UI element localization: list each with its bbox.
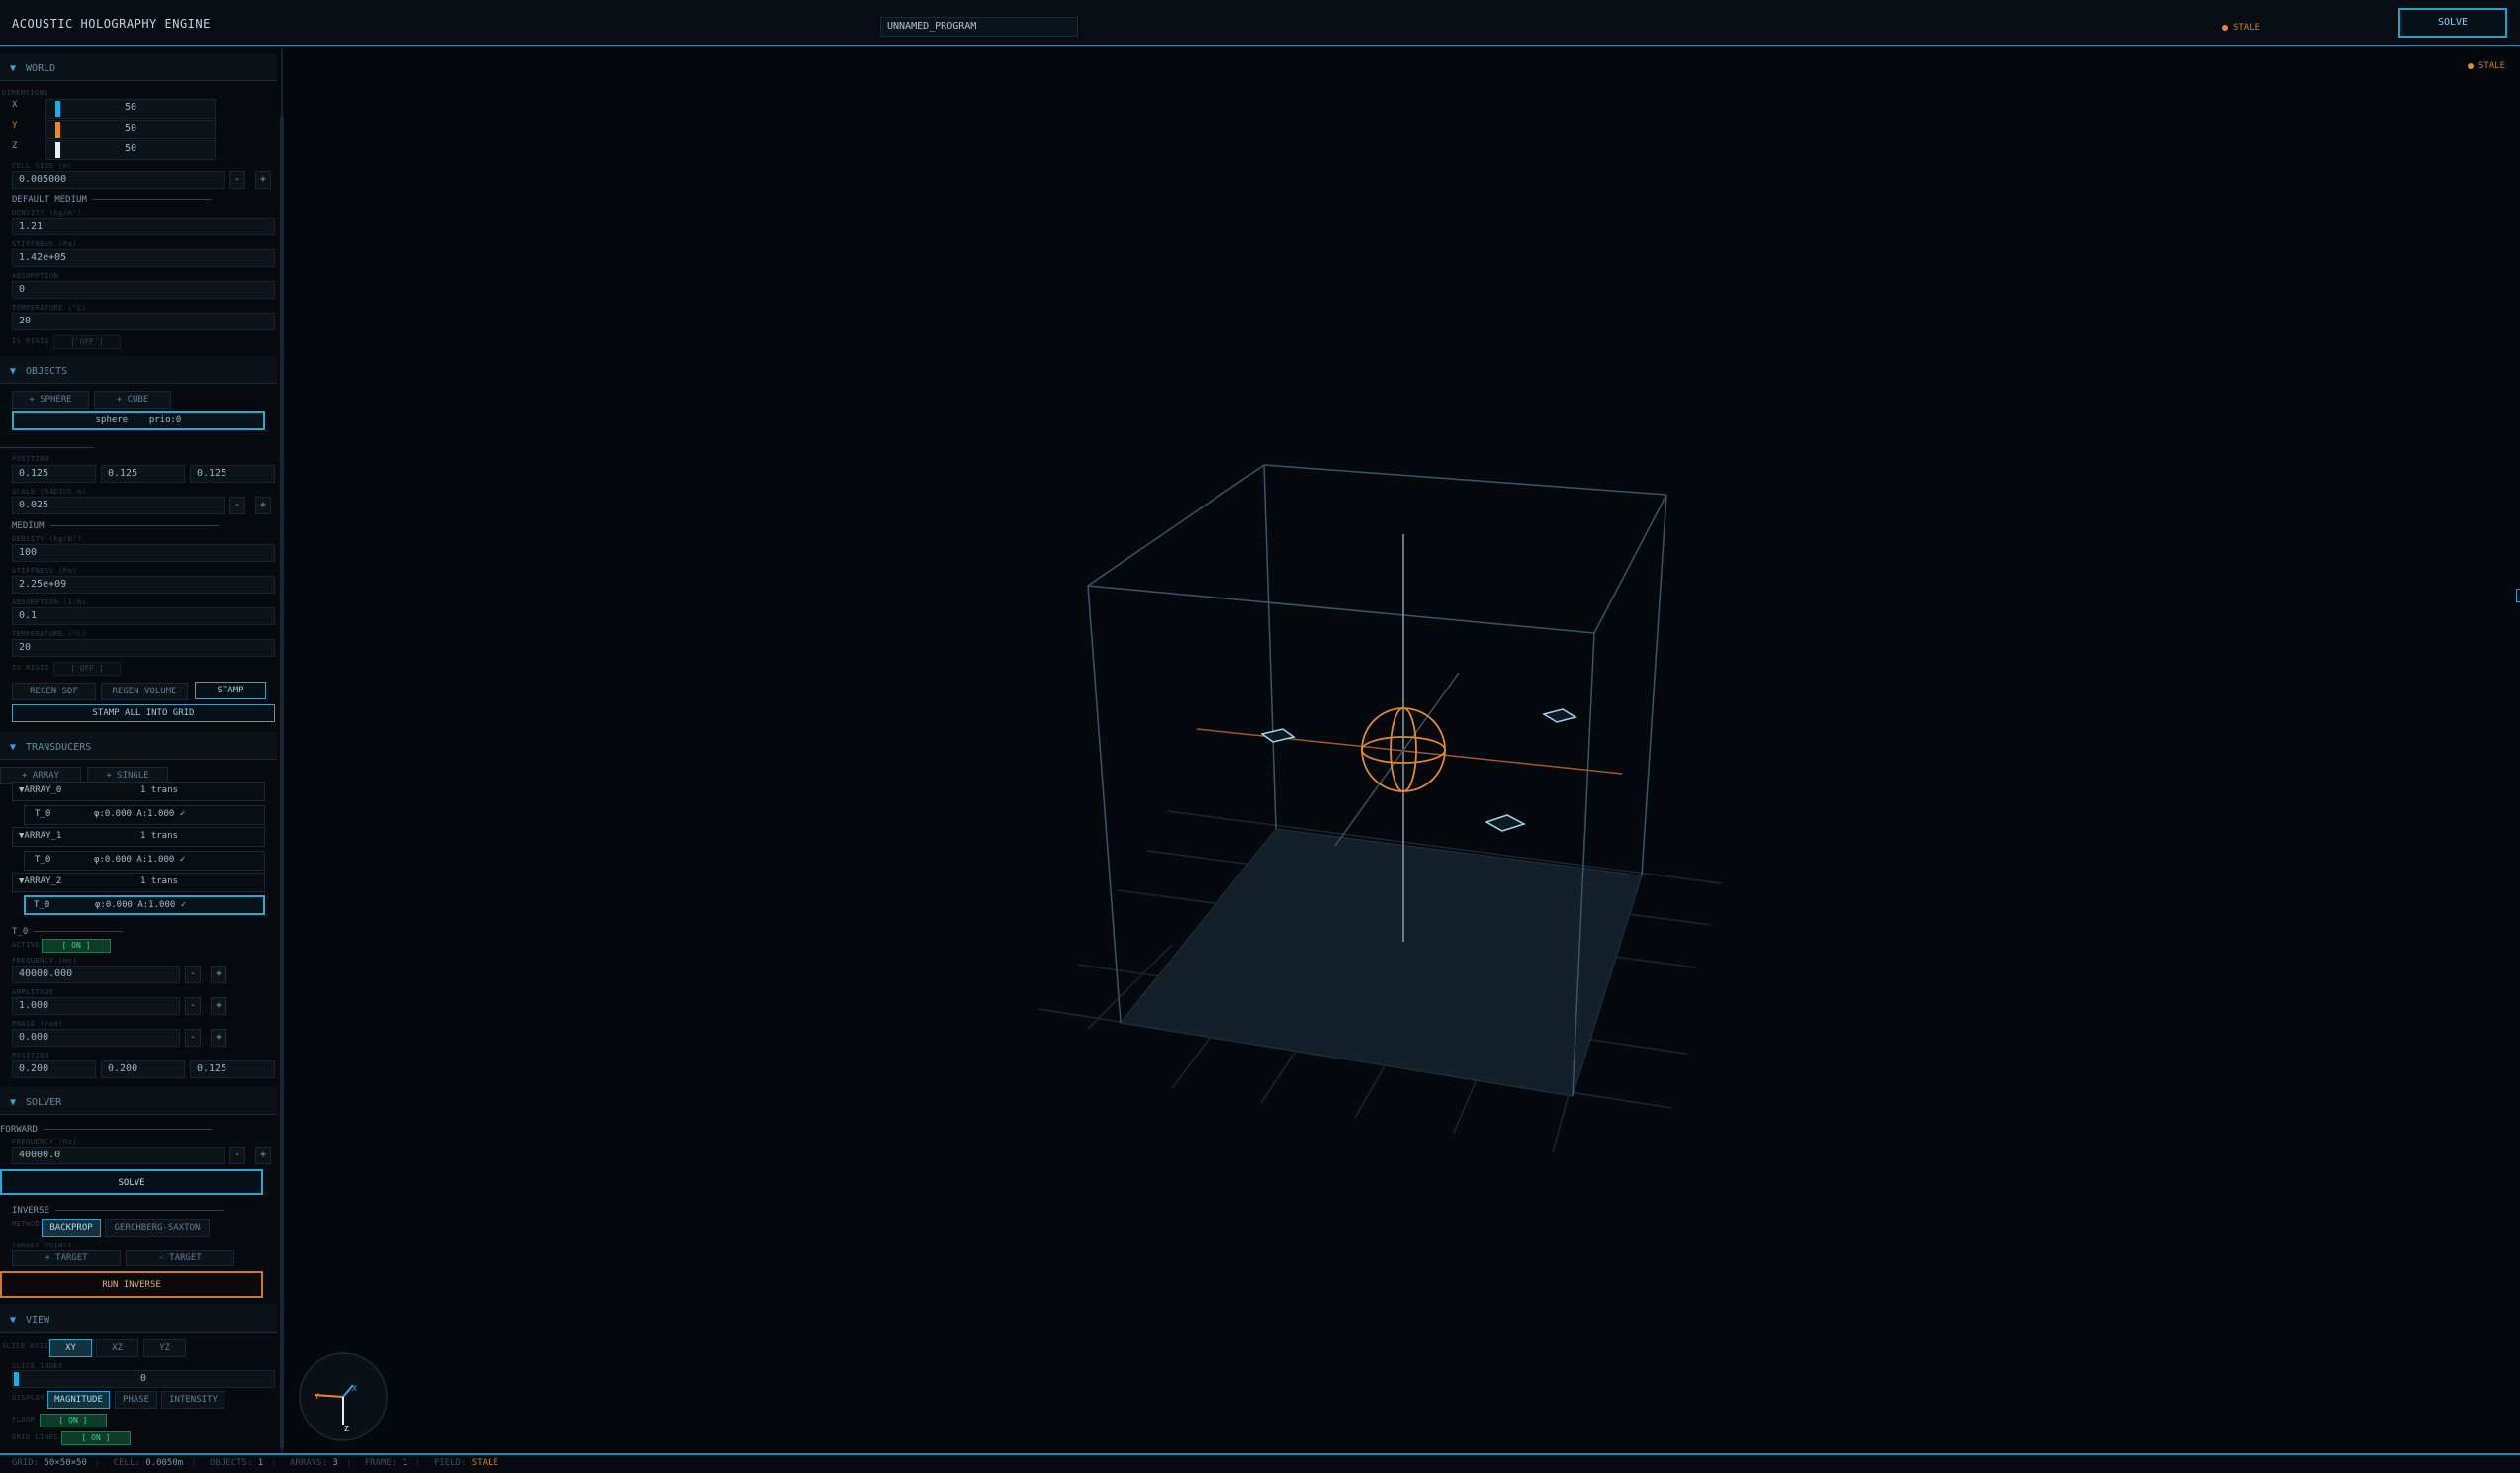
floor-plane bbox=[1120, 828, 1643, 1097]
gizmo-y-label: Y bbox=[315, 1392, 319, 1401]
scene-svg: Y X Z bbox=[299, 464, 1722, 1441]
status-cell: 0.0050m bbox=[145, 1458, 184, 1468]
status-objects-label: OBJECTS: bbox=[210, 1458, 253, 1468]
status-bar: GRID: 50×50×50 | CELL: 0.0050m | OBJECTS: … bbox=[0, 1453, 2520, 1473]
gizmo-z-label: Z bbox=[344, 1425, 349, 1433]
status-arrays: 3 bbox=[332, 1458, 338, 1468]
status-arrays-label: ARRAYS: bbox=[290, 1458, 327, 1468]
status-field: STALE bbox=[471, 1458, 498, 1468]
status-frame-label: FRAME: bbox=[364, 1458, 398, 1468]
transducer-marker-2[interactable] bbox=[1485, 814, 1526, 832]
status-objects: 1 bbox=[257, 1458, 264, 1468]
status-cell-label: CELL: bbox=[113, 1458, 140, 1468]
status-grid: 50×50×50 bbox=[44, 1458, 87, 1468]
status-separator: | bbox=[415, 1458, 421, 1468]
status-field-label: FIELD: bbox=[433, 1458, 467, 1468]
status-frame: 1 bbox=[402, 1458, 408, 1468]
gizmo-x-label: X bbox=[352, 1384, 357, 1393]
status-grid-label: GRID: bbox=[12, 1458, 40, 1468]
status-separator: | bbox=[94, 1458, 101, 1468]
transducer-marker-1[interactable] bbox=[1542, 708, 1577, 723]
scene-axis-y bbox=[1334, 672, 1460, 847]
transducer-marker-0[interactable] bbox=[1260, 728, 1296, 743]
status-separator: | bbox=[191, 1458, 197, 1468]
orientation-gizmo[interactable]: Y X Z bbox=[299, 1352, 388, 1441]
status-separator: | bbox=[345, 1458, 352, 1468]
status-separator: | bbox=[271, 1458, 277, 1468]
scene-axis-x bbox=[1196, 728, 1623, 775]
